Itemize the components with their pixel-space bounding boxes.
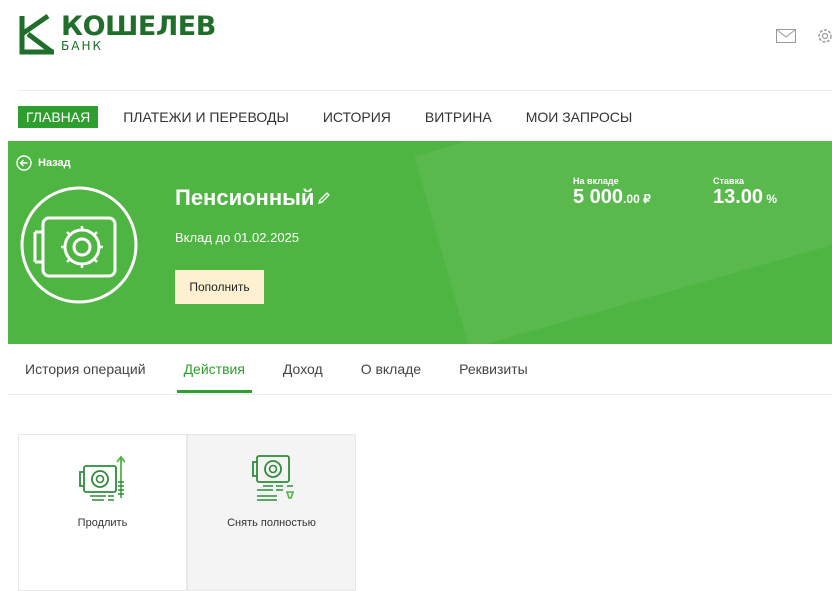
deposit-banner: Назад Пенсионный Вклад до 01.02.2025 Поп… (8, 141, 832, 344)
tab-actions[interactable]: Действия (176, 361, 253, 393)
deposit-name: Пенсионный (175, 185, 315, 210)
action-label-withdraw-all: Снять полностью (227, 517, 316, 529)
rate-label: Ставка (713, 176, 744, 186)
action-card-extend[interactable]: Продлить (18, 434, 187, 591)
back-label: Назад (38, 157, 71, 169)
tab-income[interactable]: Доход (283, 361, 323, 377)
bank-logo[interactable]: КОШЕЛЕВ БАНК (18, 12, 216, 56)
tabs-divider (8, 394, 832, 395)
nav-item-payments[interactable]: ПЛАТЕЖИ И ПЕРЕВОДЫ (123, 106, 289, 128)
deposit-term: Вклад до 01.02.2025 (175, 230, 300, 245)
mail-icon[interactable] (776, 29, 796, 43)
tab-operations-history[interactable]: История операций (25, 361, 146, 377)
back-arrow-icon (16, 155, 32, 171)
nav-item-showcase[interactable]: ВИТРИНА (425, 106, 492, 128)
deposit-tabs: История операций Действия Доход О вкладе… (25, 361, 566, 393)
balance-block: На вкладе 5 000.00 ₽ (573, 176, 651, 210)
rate-block: Ставка 13.00 % (713, 176, 777, 210)
logo-mark-icon (19, 13, 54, 55)
nav-item-history[interactable]: ИСТОРИЯ (323, 106, 391, 128)
deposit-safe-icon (20, 186, 138, 304)
back-link[interactable]: Назад (16, 155, 71, 171)
tab-requisites[interactable]: Реквизиты (459, 361, 528, 377)
withdraw-all-icon (251, 455, 294, 501)
main-nav: ГЛАВНАЯ ПЛАТЕЖИ И ПЕРЕВОДЫ ИСТОРИЯ ВИТРИ… (18, 106, 666, 128)
balance-label: На вкладе (573, 176, 619, 186)
action-card-withdraw-all[interactable]: Снять полностью (187, 434, 356, 591)
edit-pencil-icon[interactable] (317, 191, 331, 205)
rate-value: 13.00 % (713, 186, 778, 208)
logo-name: КОШЕЛЕВ (61, 11, 216, 42)
deposit-title: Пенсионный (175, 185, 331, 211)
header-divider (18, 90, 832, 91)
nav-item-main[interactable]: ГЛАВНАЯ (18, 106, 99, 128)
settings-icon[interactable] (816, 27, 832, 45)
header-icons (776, 27, 832, 45)
topup-button[interactable]: Пополнить (175, 270, 264, 304)
extend-deposit-icon (78, 455, 126, 501)
balance-value: 5 000.00 ₽ (573, 186, 651, 208)
tab-about-deposit[interactable]: О вкладе (361, 361, 421, 377)
nav-item-requests[interactable]: МОИ ЗАПРОСЫ (526, 106, 633, 128)
action-label-extend: Продлить (77, 517, 128, 529)
